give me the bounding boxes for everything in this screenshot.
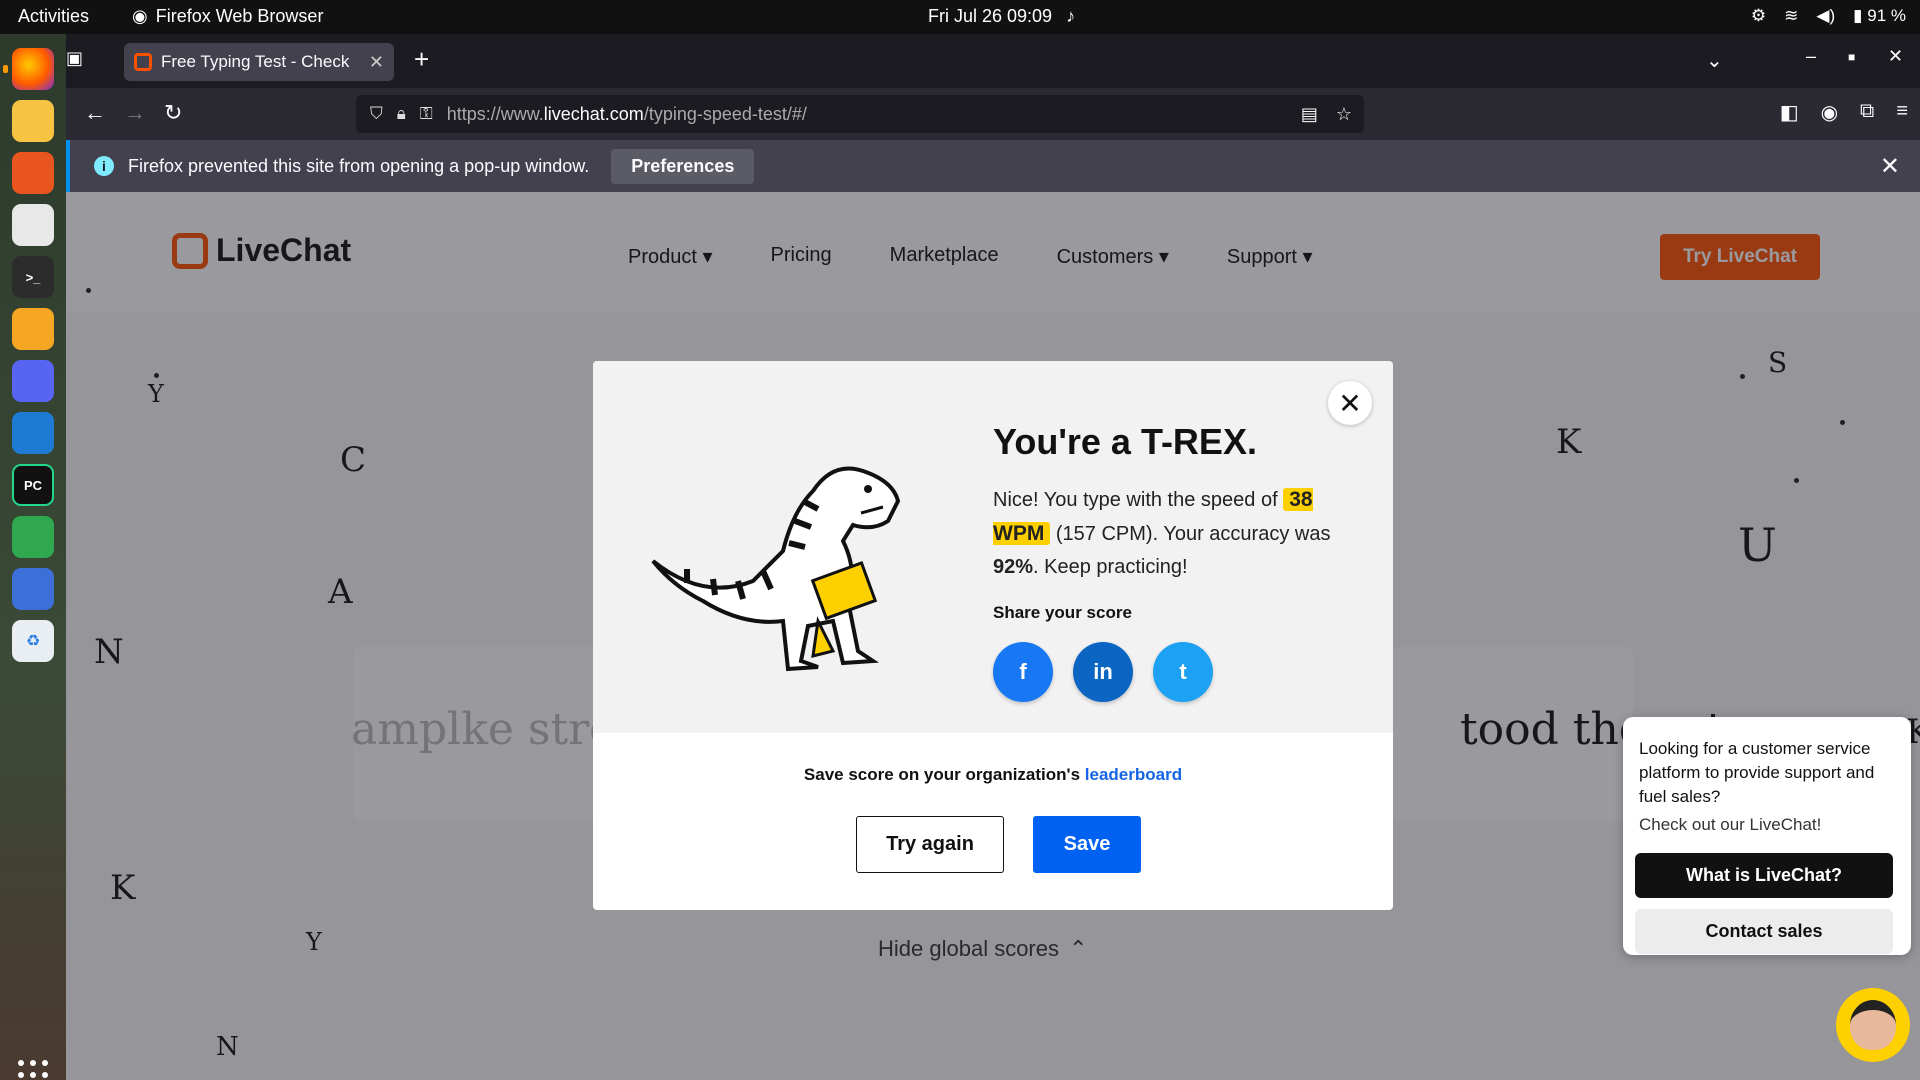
share-twitter-button[interactable]: t [1153,642,1213,702]
permissions-icon[interactable]: ⚿ [420,104,433,124]
try-again-button[interactable]: Try again [856,816,1004,873]
livechat-favicon-icon [134,53,152,71]
save-button[interactable]: Save [1033,816,1141,873]
files-dock-icon[interactable] [12,100,54,142]
firefox-small-icon: ◉ [132,6,148,26]
result-text-pre: Nice! You type with the speed of [993,489,1284,511]
vscode-dock-icon[interactable] [12,412,54,454]
forward-arrow-icon[interactable]: → [124,100,146,126]
account-icon[interactable]: ◉ [1821,100,1838,125]
tab-bar: ▣ Free Typing Test - Check ✕ + ⌄ – ■ ✕ [66,34,1920,88]
url-domain: livechat.com [543,103,644,124]
preferences-button[interactable]: Preferences [611,148,755,184]
screenshot-dock-icon[interactable] [12,308,54,350]
pocket-icon[interactable]: ◧ [1780,100,1799,125]
spreadsheet-dock-icon[interactable] [12,516,54,558]
accuracy-value: 92% [993,556,1034,578]
discord-dock-icon[interactable] [12,360,54,402]
system-top-bar: Activities ◉ Firefox Web Browser Fri Jul… [0,0,1920,34]
what-is-livechat-button[interactable]: What is LiveChat? [1635,853,1893,898]
contact-sales-button[interactable]: Contact sales [1635,909,1893,954]
linkedin-icon: in [1093,659,1113,684]
share-facebook-button[interactable]: f [993,642,1053,702]
app-menu[interactable]: ◉ Firefox Web Browser [132,6,323,27]
reload-icon[interactable]: ↻ [164,100,182,126]
software-dock-icon[interactable] [12,152,54,194]
accessibility-icon: ⚙ [1750,6,1767,25]
lock-icon[interactable]: 🔒︎ [397,104,406,124]
close-modal-button[interactable]: ✕ [1328,381,1372,425]
result-text-post: . Keep practicing! [1033,556,1188,578]
trash-dock-icon[interactable]: ♻ [12,620,54,662]
reader-view-icon[interactable]: ▤ [1301,104,1318,125]
active-tab[interactable]: Free Typing Test - Check ✕ [124,43,394,81]
back-arrow-icon[interactable]: ← [84,100,106,126]
url-prefix: https://www. [446,103,544,124]
firefox-dock-icon[interactable] [3,48,54,90]
menu-hamburger-icon[interactable]: ≡ [1896,100,1908,125]
terminal-dock-icon[interactable]: >_ [12,256,54,298]
chat-agent-avatar[interactable] [1836,988,1910,1062]
app-name-label: Firefox Web Browser [155,6,324,26]
notification-message: Firefox prevented this site from opening… [128,155,590,176]
volume-icon: ◀) [1816,6,1836,25]
cpm-text: (157 CPM). Your accuracy was [1050,523,1331,545]
minimize-window-button[interactable]: – [1806,46,1816,67]
close-notification-icon[interactable]: ✕ [1880,152,1900,181]
chat-subtext: Check out our LiveChat! [1639,815,1822,834]
new-tab-button[interactable]: + [414,44,429,75]
popup-blocked-notification: i Firefox prevented this site from openi… [66,140,1920,192]
chat-invite-card: Looking for a customer service platform … [1623,717,1911,955]
facebook-icon: f [1019,659,1027,684]
show-apps-grid-icon[interactable] [18,1060,48,1080]
bookmark-star-icon[interactable]: ☆ [1336,104,1352,125]
maximize-window-button[interactable]: ■ [1848,50,1855,64]
battery-label: ▮ 91 % [1853,6,1906,25]
info-icon: i [94,156,114,176]
wifi-icon: ≋ [1784,6,1799,25]
twitter-icon: t [1179,659,1187,684]
result-modal: ✕ You're a T-REX. Nice! You type with th… [593,361,1393,910]
leaderboard-link[interactable]: leaderboard [1085,765,1182,784]
web-page: LiveChat Product ▾ Pricing Marketplace C… [66,192,1920,1080]
extensions-icon[interactable]: ⧉ [1860,100,1874,125]
close-tab-icon[interactable]: ✕ [369,52,384,73]
clock[interactable]: Fri Jul 26 09:09 ♪ [928,6,1075,27]
chat-question: Looking for a customer service platform … [1639,739,1875,806]
result-summary: Nice! You type with the speed of 38 WPM … [993,483,1343,584]
url-path: /typing-speed-test/#/ [643,103,807,124]
system-tray[interactable]: ⚙ ≋ ◀) ▮ 91 % [1751,6,1906,26]
list-all-tabs-chevron-icon[interactable]: ⌄ [1706,48,1723,73]
tab-overview-icon[interactable]: ▣ [66,48,83,69]
trex-illustration [651,466,901,672]
share-linkedin-button[interactable]: in [1073,642,1133,702]
result-title: You're a T-REX. [993,421,1257,462]
save-score-text: Save score on your organization's [803,765,1085,784]
pycharm-dock-icon[interactable]: PC [12,464,54,506]
navigation-bar: ← → ↻ ⛉ 🔒︎ ⚿ https://www.livechat.com/ty… [66,88,1920,140]
tracking-shield-icon[interactable]: ⛉ [370,104,383,124]
clock-label: Fri Jul 26 09:09 [928,6,1053,26]
document-dock-icon[interactable] [12,568,54,610]
share-label: Share your score [993,603,1132,622]
text-editor-dock-icon[interactable] [12,204,54,246]
tab-title: Free Typing Test - Check [161,52,350,71]
agent-face-icon [1850,1000,1896,1050]
url-bar[interactable]: ⛉ 🔒︎ ⚿ https://www.livechat.com/typing-s… [356,95,1364,133]
activities-button[interactable]: Activities [18,6,89,27]
bell-icon: ♪ [1066,6,1076,26]
dock: >_ PC ♻ [0,34,66,1080]
save-score-label: Save score on your organization's leader… [593,765,1393,785]
close-window-button[interactable]: ✕ [1888,46,1903,67]
battery-percent: 91 % [1867,6,1906,25]
url-text[interactable]: https://www.livechat.com/typing-speed-te… [447,104,807,125]
